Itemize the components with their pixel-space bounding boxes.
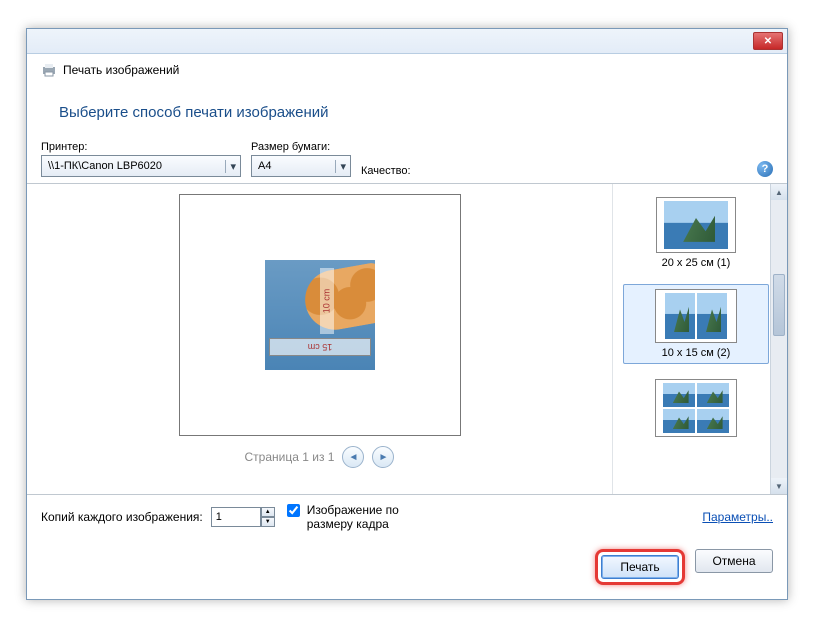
- print-button[interactable]: Печать: [601, 555, 679, 579]
- layout-list: 20 x 25 см (1) 10 x 15 см (2) ▲ ▼: [612, 184, 787, 494]
- page-heading: Выберите способ печати изображений: [27, 86, 787, 141]
- dialog-title: Печать изображений: [63, 63, 179, 77]
- scroll-down-icon[interactable]: ▼: [771, 478, 787, 494]
- options-row: Копий каждого изображения: ▲ ▼ Изображен…: [27, 494, 787, 539]
- preview-image: 10 cm 15 cm: [265, 260, 375, 370]
- spin-down-button[interactable]: ▼: [261, 517, 275, 527]
- printer-label: Принтер:: [41, 141, 241, 153]
- chevron-down-icon: ▾: [225, 160, 236, 173]
- scrollbar[interactable]: ▲ ▼: [770, 184, 787, 494]
- settings-row: Принтер: \\1-ПК\Canon LBP6020 ▾ Размер б…: [27, 141, 787, 184]
- layout-label: 10 x 15 см (2): [662, 347, 731, 359]
- scroll-up-icon[interactable]: ▲: [771, 184, 787, 200]
- copies-spinner[interactable]: ▲ ▼: [211, 507, 275, 527]
- prev-page-button[interactable]: ◄: [342, 446, 364, 468]
- layout-thumb: [656, 197, 736, 253]
- layout-option-0[interactable]: 20 x 25 см (1): [623, 192, 769, 274]
- copies-label: Копий каждого изображения:: [41, 510, 203, 524]
- layout-thumb: [655, 289, 737, 343]
- close-button[interactable]: ✕: [753, 32, 783, 50]
- printer-icon: [41, 62, 57, 78]
- cancel-button[interactable]: Отмена: [695, 549, 773, 573]
- fit-checkbox-input[interactable]: [287, 504, 300, 517]
- fit-label: Изображение по размеру кадра: [307, 503, 443, 531]
- pager-text: Страница 1 из 1: [245, 450, 335, 464]
- printer-value: \\1-ПК\Canon LBP6020: [48, 160, 162, 172]
- h-measure: 15 cm: [269, 338, 371, 356]
- printer-combo[interactable]: \\1-ПК\Canon LBP6020 ▾: [41, 155, 241, 177]
- layout-option-2[interactable]: [623, 374, 769, 442]
- next-page-button[interactable]: ►: [372, 446, 394, 468]
- paper-value: A4: [258, 160, 271, 172]
- fit-frame-checkbox[interactable]: Изображение по размеру кадра: [283, 503, 443, 531]
- copies-input[interactable]: [211, 507, 261, 527]
- layout-label: 20 x 25 см (1): [662, 257, 731, 269]
- titlebar: ✕: [27, 29, 787, 54]
- help-icon[interactable]: ?: [757, 161, 773, 177]
- dialog-header: Печать изображений: [27, 54, 787, 86]
- layout-option-1[interactable]: 10 x 15 см (2): [623, 284, 769, 364]
- dialog-buttons: Печать Отмена: [27, 539, 787, 599]
- quality-label: Качество:: [361, 165, 441, 177]
- print-pictures-dialog: ✕ Печать изображений Выберите способ печ…: [26, 28, 788, 600]
- paper-label: Размер бумаги:: [251, 141, 351, 153]
- options-link[interactable]: Параметры..: [702, 510, 773, 524]
- preview-pane: 10 cm 15 cm Страница 1 из 1 ◄ ►: [27, 184, 612, 494]
- highlight-annotation: Печать: [595, 549, 685, 585]
- chevron-down-icon: ▾: [335, 160, 346, 173]
- scroll-thumb[interactable]: [773, 274, 785, 336]
- layout-thumb: [655, 379, 737, 437]
- paper-combo[interactable]: A4 ▾: [251, 155, 351, 177]
- v-measure: 10 cm: [322, 289, 332, 314]
- page-preview: 10 cm 15 cm: [179, 194, 461, 436]
- spin-up-button[interactable]: ▲: [261, 507, 275, 517]
